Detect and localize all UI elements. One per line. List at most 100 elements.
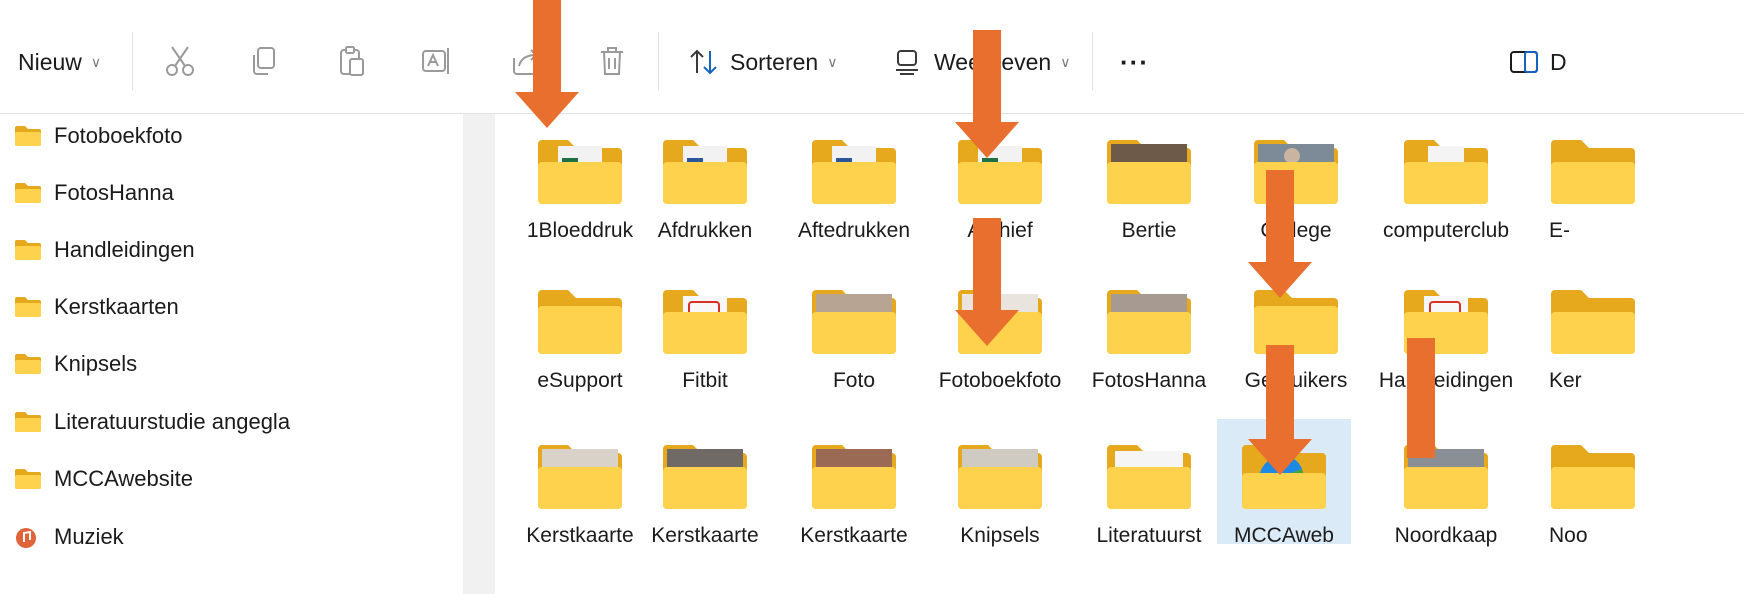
- sidebar-item-fotoshanna[interactable]: FotosHanna: [14, 173, 174, 213]
- folder-label: Foto: [832, 369, 876, 392]
- folder-tile[interactable]: E-: [1529, 114, 1657, 242]
- folder-tile[interactable]: Noo: [1529, 419, 1657, 547]
- details-pane-button[interactable]: D: [1508, 38, 1567, 86]
- chevron-down-icon: ∨: [1060, 53, 1071, 70]
- view-label: Weergeven: [934, 48, 1052, 75]
- delete-icon[interactable]: [596, 44, 628, 78]
- folder-icon: [1551, 140, 1635, 204]
- folder-icon: [15, 412, 41, 432]
- folder-icon: [1551, 445, 1635, 509]
- document-folder-icon: [1404, 140, 1488, 204]
- navigation-pane-scrollbar[interactable]: [463, 114, 495, 594]
- folder-label: Kerstkaarte: [526, 524, 634, 547]
- folder-label: Aftedrukken: [797, 219, 911, 242]
- folder-tile-selected[interactable]: MCCAweb: [1217, 419, 1351, 547]
- folder-tile[interactable]: Bertie: [1085, 114, 1213, 242]
- new-label: Nieuw: [18, 48, 82, 75]
- folder-tile[interactable]: Ker: [1529, 264, 1657, 392]
- music-folder-icon: [16, 528, 36, 548]
- cut-icon[interactable]: [164, 44, 196, 78]
- photo-folder-icon: [1107, 140, 1191, 204]
- sidebar-item-label: Fotoboekfoto: [54, 123, 183, 148]
- folder-label: Literatuurst: [1096, 524, 1202, 547]
- sidebar-item-label: FotosHanna: [54, 180, 174, 205]
- folder-label: Handleidingen: [1378, 369, 1514, 392]
- document-folder-icon: [1107, 445, 1191, 509]
- copy-icon[interactable]: [248, 44, 280, 78]
- folder-tile[interactable]: Archief: [936, 114, 1064, 242]
- rename-icon[interactable]: [420, 44, 452, 78]
- folder-icon: [1254, 290, 1338, 354]
- word-folder-icon: [812, 140, 896, 204]
- folder-label: Bertie: [1121, 219, 1177, 242]
- folder-label: Fotoboekfoto: [938, 369, 1062, 392]
- sidebar-item-handleidingen[interactable]: Handleidingen: [14, 230, 195, 270]
- photo-folder-icon: [1254, 140, 1338, 204]
- share-icon[interactable]: [510, 44, 542, 78]
- folder-tile[interactable]: eSupport: [516, 264, 644, 392]
- folder-icon: [15, 240, 41, 260]
- photo-folder-icon: [538, 445, 622, 509]
- new-button[interactable]: Nieuw ∨: [18, 38, 101, 86]
- photo-folder-icon: [1404, 445, 1488, 509]
- details-label: D: [1550, 48, 1567, 75]
- more-options-button[interactable]: ···: [1120, 38, 1149, 86]
- folder-tile[interactable]: Kerstkaarte: [790, 419, 918, 547]
- sort-icon: [690, 49, 717, 75]
- navigation-pane: Fotoboekfoto FotosHanna Handleidingen Ke…: [0, 114, 463, 594]
- sidebar-item-label: MCCAwebsite: [54, 466, 193, 491]
- photo-folder-icon: [958, 290, 1042, 354]
- sidebar-item-fotoboekfoto[interactable]: Fotoboekfoto: [14, 116, 182, 156]
- folder-label: Noordkaap: [1394, 524, 1498, 547]
- folder-icon: [538, 290, 622, 354]
- folder-tile[interactable]: Literatuurst: [1085, 419, 1213, 547]
- photo-folder-icon: [812, 445, 896, 509]
- sidebar-item-knipsels[interactable]: Knipsels: [14, 344, 137, 384]
- folder-tile[interactable]: Fotoboekfoto: [936, 264, 1064, 392]
- chevron-down-icon: ∨: [90, 53, 102, 70]
- command-bar: Nieuw ∨ Sorteren ∨ Weergeven ∨ ··· D: [0, 0, 1744, 114]
- folder-icon: [15, 126, 41, 146]
- folder-label: Afdrukken: [657, 219, 753, 242]
- photo-folder-icon: [663, 445, 747, 509]
- folder-label: FotosHanna: [1091, 369, 1207, 392]
- sidebar-item-mccawebsite[interactable]: MCCAwebsite: [14, 459, 193, 499]
- folder-label: Archief: [967, 219, 1033, 242]
- folder-tile[interactable]: Gebruikers: [1232, 264, 1360, 392]
- word-folder-icon: [663, 140, 747, 204]
- sidebar-item-kerstkaarten[interactable]: Kerstkaarten: [14, 287, 179, 327]
- folder-tile[interactable]: Noordkaap: [1382, 419, 1510, 547]
- folder-label: Fitbit: [682, 369, 728, 392]
- folder-label: E-: [1549, 219, 1570, 242]
- sidebar-item-muziek[interactable]: Muziek: [14, 517, 124, 557]
- folder-icon: [15, 297, 41, 317]
- folder-tile[interactable]: Foto: [790, 264, 918, 392]
- photo-folder-icon: [1107, 290, 1191, 354]
- folder-tile[interactable]: Afdrukken: [641, 114, 769, 242]
- folder-label: Ker: [1549, 369, 1582, 392]
- folder-tile[interactable]: X 1Bloeddruk: [516, 114, 644, 242]
- sort-button[interactable]: Sorteren ∨: [688, 38, 837, 86]
- folder-tile[interactable]: Fitbit: [641, 264, 769, 392]
- details-pane-icon: [1510, 51, 1538, 73]
- folder-tile[interactable]: Handleidingen: [1379, 264, 1513, 392]
- folder-tile[interactable]: computerclub: [1382, 114, 1510, 242]
- view-button[interactable]: Weergeven ∨: [892, 38, 1070, 86]
- folder-tile[interactable]: Knipsels: [936, 419, 1064, 547]
- folder-label: Knipsels: [960, 524, 1040, 547]
- folder-label: MCCAweb: [1234, 524, 1334, 547]
- folder-tile[interactable]: Kerstkaarte: [641, 419, 769, 547]
- folder-tile[interactable]: FotosHanna: [1085, 264, 1213, 392]
- chevron-down-icon: ∨: [827, 53, 838, 70]
- toolbar-divider: [1092, 32, 1093, 90]
- sidebar-item-label: Knipsels: [54, 351, 138, 376]
- folder-icon: [15, 469, 41, 489]
- sidebar-item-literatuurstudie[interactable]: Literatuurstudie angegla: [14, 402, 290, 442]
- folder-tile[interactable]: College: [1232, 114, 1360, 242]
- paste-icon[interactable]: [336, 44, 368, 78]
- toolbar-divider: [132, 32, 133, 90]
- folder-tile[interactable]: Kerstkaarte: [516, 419, 644, 547]
- sidebar-item-label: Literatuurstudie angegla: [54, 409, 291, 434]
- folder-tile[interactable]: Aftedrukken: [790, 114, 918, 242]
- photo-folder-icon: [812, 290, 896, 354]
